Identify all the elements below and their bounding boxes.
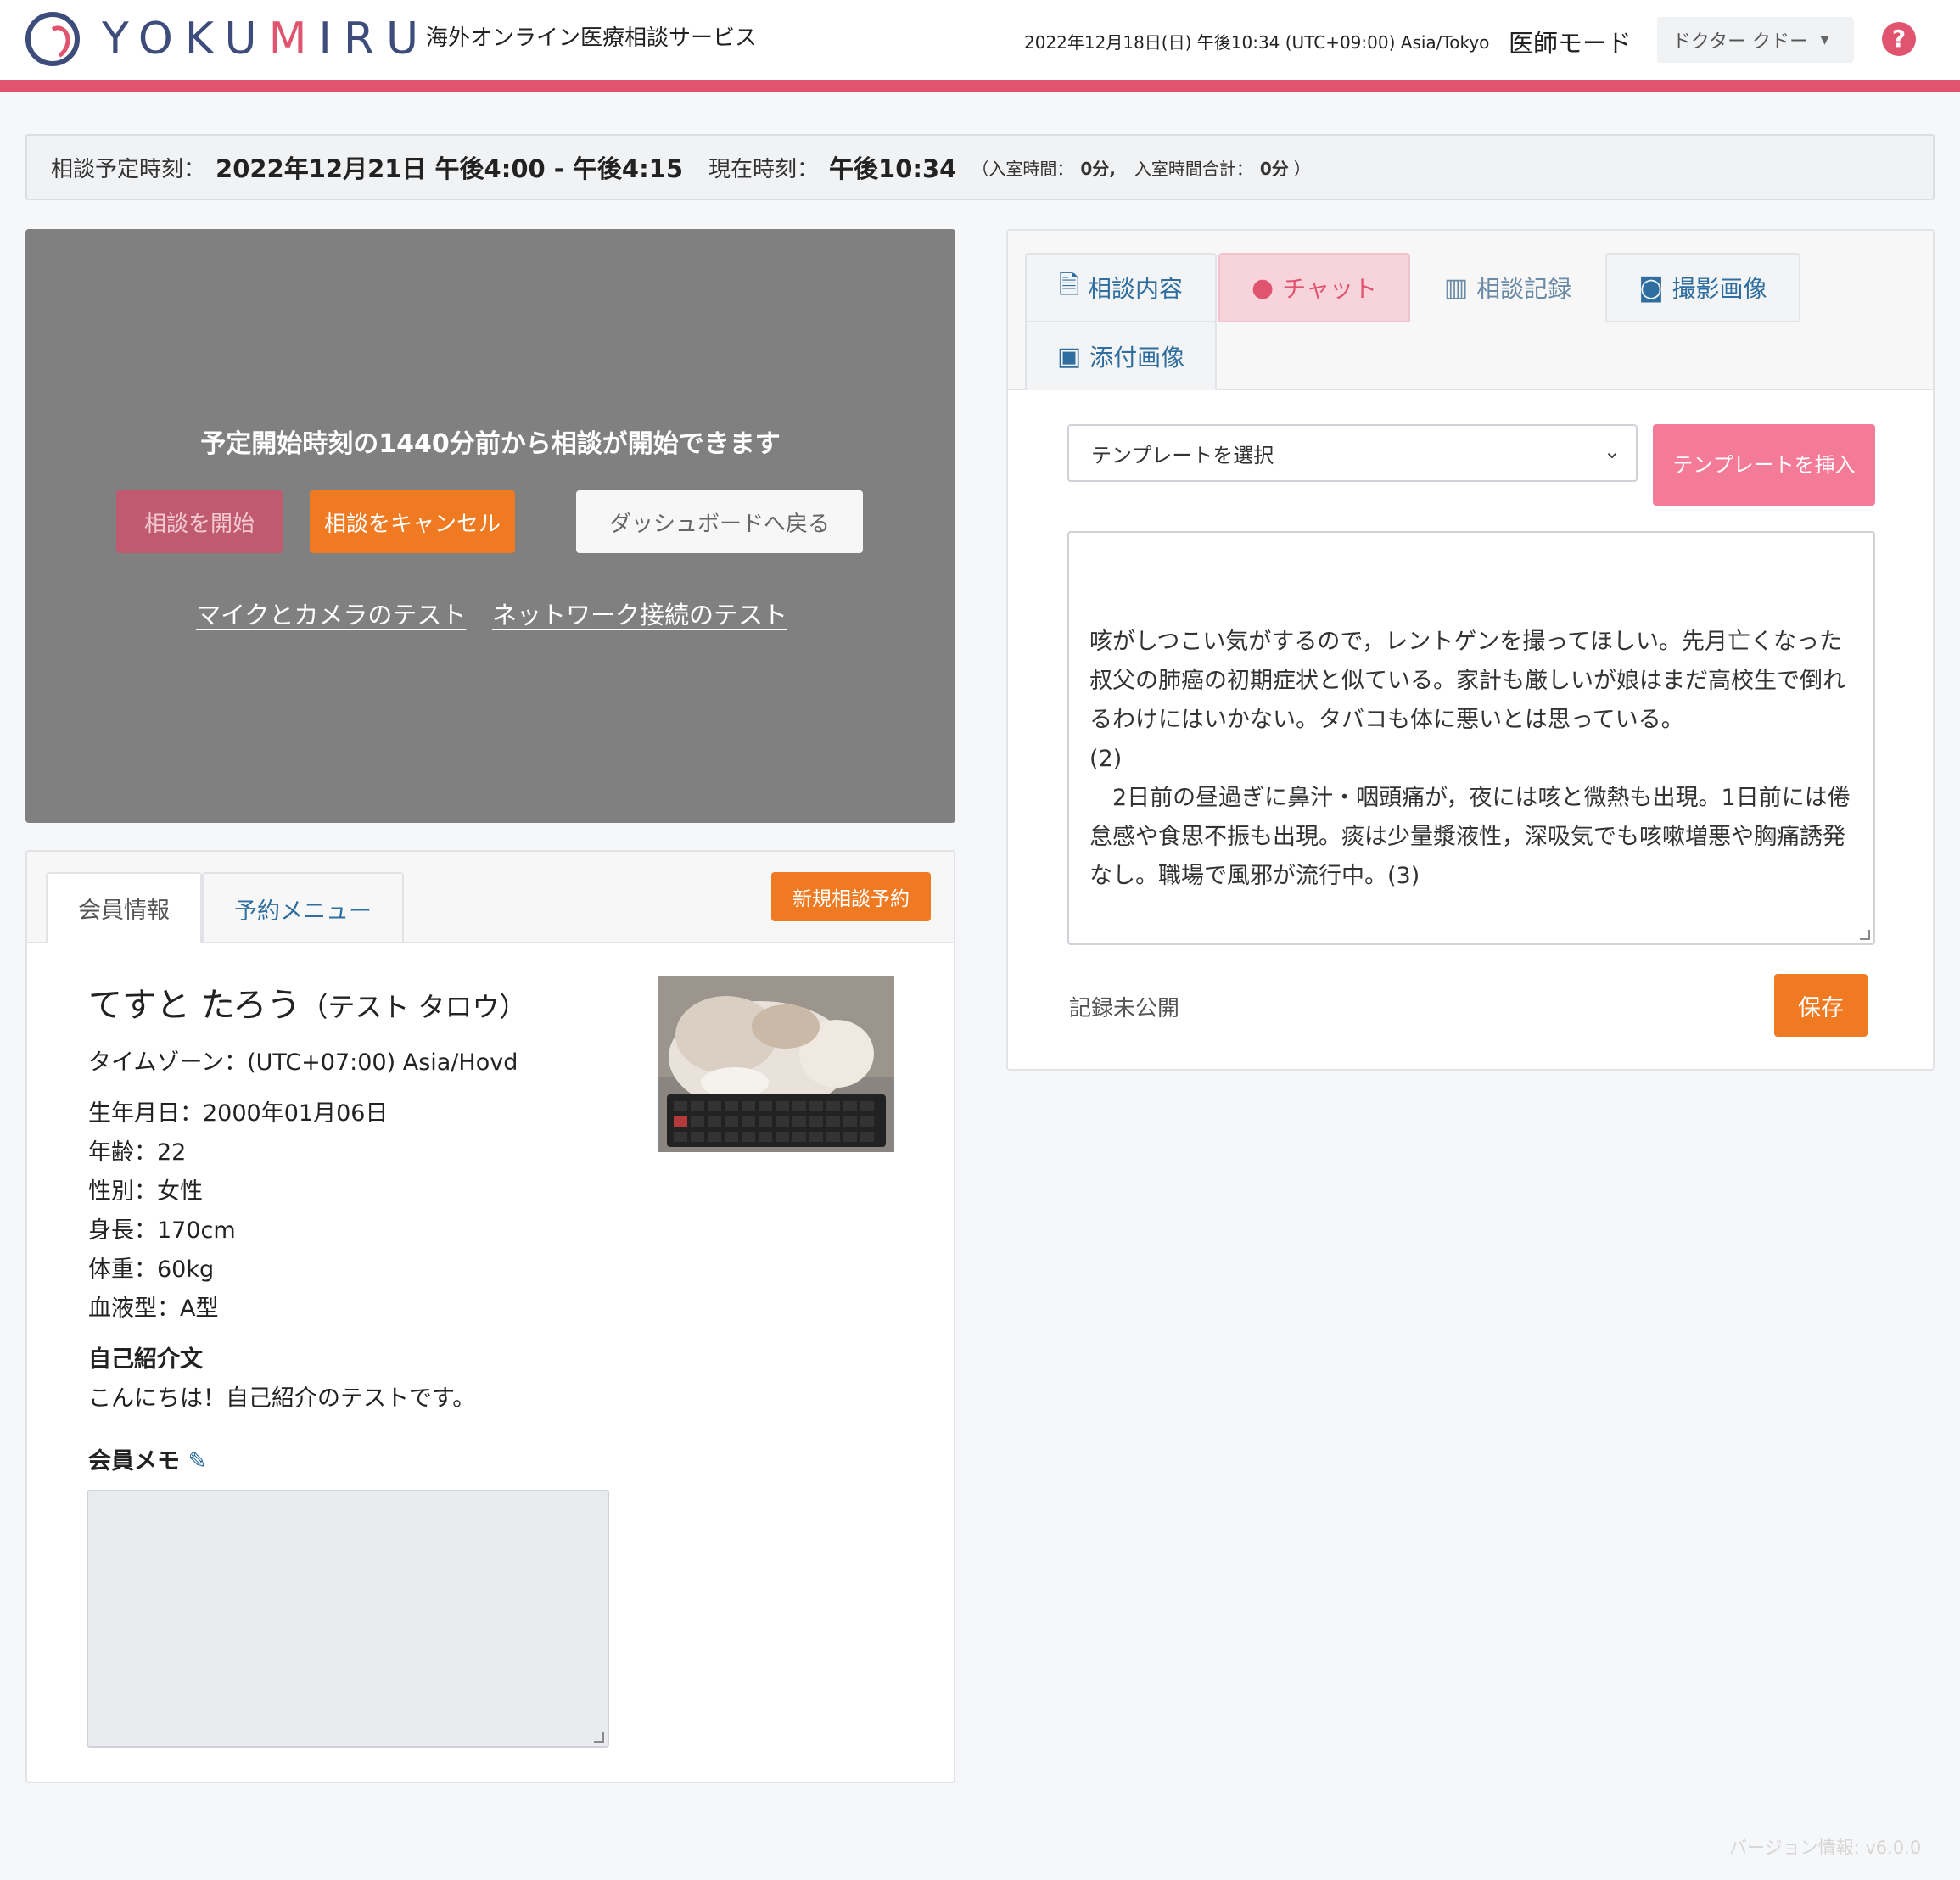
chat-bubble-icon: ● <box>1252 272 1274 303</box>
image-icon: ▣ <box>1056 341 1082 372</box>
consultation-panel: 🗎 相談内容 ● チャット ▥ 相談記録 ◙ 撮影画像 ▣ 添付画像 テンプレー… <box>1006 229 1935 1071</box>
clipboard-chart-icon: ▥ <box>1443 272 1469 303</box>
header-stripe <box>0 80 1960 92</box>
logo[interactable]: YOKUMIRU <box>25 12 430 66</box>
start-availability-message: 予定開始時刻の1440分前から相談が開始できます <box>200 429 781 459</box>
tab-consultation-record-label: 相談記録 <box>1476 275 1572 303</box>
consultation-tabs: 🗎 相談内容 ● チャット ▥ 相談記録 ◙ 撮影画像 ▣ 添付画像 <box>1008 231 1933 390</box>
room-time-label: 入室時間： <box>988 158 1074 179</box>
room-total-value: 0分 <box>1259 158 1289 179</box>
tab-captured-images[interactable]: ◙ 撮影画像 <box>1605 253 1800 322</box>
logo-text: YOKUMIRU <box>102 14 431 64</box>
help-icon[interactable]: ? <box>1882 22 1916 56</box>
paren-open: （ <box>972 158 989 179</box>
back-to-dashboard-button[interactable]: ダッシュボードへ戻る <box>576 490 863 553</box>
video-panel: 予定開始時刻の1440分前から相談が開始できます 相談を開始 相談をキャンセル … <box>25 229 955 823</box>
member-blood-type: 血液型：A型 <box>88 1295 219 1322</box>
member-weight: 体重：60kg <box>88 1256 215 1283</box>
header-datetime: 2022年12月18日(日) 午後10:34 (UTC+09:00) Asia/… <box>1024 32 1490 53</box>
insert-template-button[interactable]: テンプレートを挿入 <box>1653 424 1875 506</box>
template-select[interactable]: テンプレートを選択 ⌄ <box>1067 424 1638 482</box>
current-time-label: 現在時刻： <box>708 156 820 182</box>
resize-handle-icon[interactable] <box>594 1732 604 1743</box>
scheduled-label: 相談予定時刻： <box>51 156 206 182</box>
member-photo <box>658 976 894 1152</box>
tab-consultation-content[interactable]: 🗎 相談内容 <box>1025 253 1217 322</box>
chat-message-text: 咳がしつこい気がするので，レントゲンを撮ってほしい。先月亡くなった叔父の肺癌の初… <box>1089 629 1851 889</box>
intro-text: こんにちは！自己紹介のテストです。 <box>88 1385 476 1412</box>
tab-attached-images[interactable]: ▣ 添付画像 <box>1025 321 1217 390</box>
tab-consultation-record[interactable]: ▥ 相談記録 <box>1412 253 1604 322</box>
record-unpublished-status: 記録未公開 <box>1069 996 1180 1021</box>
member-birthday: 生年月日：2000年01月06日 <box>88 1100 389 1127</box>
logo-mark-icon <box>25 12 80 66</box>
pencil-icon[interactable]: ✎ <box>188 1448 207 1474</box>
template-select-value: テンプレートを選択 <box>1091 443 1274 467</box>
member-gender: 性別：女性 <box>88 1178 203 1205</box>
document-icon: 🗎 <box>1058 270 1080 300</box>
tab-captured-images-label: 撮影画像 <box>1672 275 1767 303</box>
room-time-value: 0分, <box>1080 158 1116 179</box>
tab-member-info[interactable]: 会員情報 <box>46 872 202 943</box>
new-reservation-button[interactable]: 新規相談予約 <box>771 872 931 921</box>
member-timezone: タイムゾーン：(UTC+07:00) Asia/Hovd <box>88 1049 518 1076</box>
chevron-down-icon: ▼ <box>1820 33 1829 47</box>
chat-message-textarea[interactable]: 咳がしつこい気がするので，レントゲンを撮ってほしい。先月亡くなった叔父の肺癌の初… <box>1067 531 1875 945</box>
member-tabs: 会員情報 予約メニュー 新規相談予約 <box>27 852 954 943</box>
tab-reservation-menu[interactable]: 予約メニュー <box>202 872 404 943</box>
paren-close: ） <box>1293 158 1311 179</box>
member-name: てすと たろう（テスト タロウ） <box>88 977 527 1027</box>
version-info: バージョン情報: v6.0.0 <box>1729 1838 1922 1858</box>
tab-chat[interactable]: ● チャット <box>1218 253 1410 322</box>
chevron-down-icon: ⌄ <box>1603 439 1621 463</box>
room-total-label: 入室時間合計： <box>1134 158 1253 179</box>
memo-heading-text: 会員メモ <box>88 1448 180 1474</box>
doctor-dropdown[interactable]: ドクター クドー ▼ <box>1657 17 1854 63</box>
member-age: 年齢：22 <box>88 1139 187 1166</box>
member-memo-textarea[interactable] <box>87 1490 609 1748</box>
member-name-text: てすと たろう <box>88 986 301 1025</box>
tab-consultation-content-label: 相談内容 <box>1088 275 1184 303</box>
member-panel: 会員情報 予約メニュー 新規相談予約 てすと たろう（テスト タロウ） タイムゾ… <box>25 850 955 1783</box>
current-time-value: 午後10:34 <box>829 154 957 183</box>
tab-attached-images-label: 添付画像 <box>1089 344 1185 372</box>
mic-camera-test-link[interactable]: マイクとカメラのテスト <box>196 596 466 631</box>
resize-handle-icon[interactable] <box>1860 930 1870 940</box>
save-button[interactable]: 保存 <box>1774 974 1868 1037</box>
member-name-kana: （テスト タロウ） <box>300 991 527 1023</box>
tab-chat-label: チャット <box>1282 275 1377 303</box>
schedule-infobar: 相談予定時刻： 2022年12月21日 午後4:00 - 午後4:15 現在時刻… <box>25 134 1935 200</box>
member-height: 身長：170cm <box>88 1217 236 1244</box>
cancel-consultation-button[interactable]: 相談をキャンセル <box>310 490 515 553</box>
scheduled-value: 2022年12月21日 午後4:00 - 午後4:15 <box>216 154 684 183</box>
tagline: 海外オンライン医療相談サービス <box>426 25 758 51</box>
network-test-link[interactable]: ネットワーク接続のテスト <box>492 596 787 631</box>
doctor-name: ドクター クドー <box>1672 31 1809 53</box>
intro-heading: 自己紹介文 <box>88 1346 203 1373</box>
app-header: YOKUMIRU 海外オンライン医療相談サービス 2022年12月18日(日) … <box>0 0 1960 80</box>
memo-heading: 会員メモ ✎ <box>88 1442 207 1475</box>
mode-label: 医師モード <box>1509 29 1632 58</box>
camera-icon: ◙ <box>1638 272 1664 303</box>
start-consultation-button[interactable]: 相談を開始 <box>116 490 283 553</box>
